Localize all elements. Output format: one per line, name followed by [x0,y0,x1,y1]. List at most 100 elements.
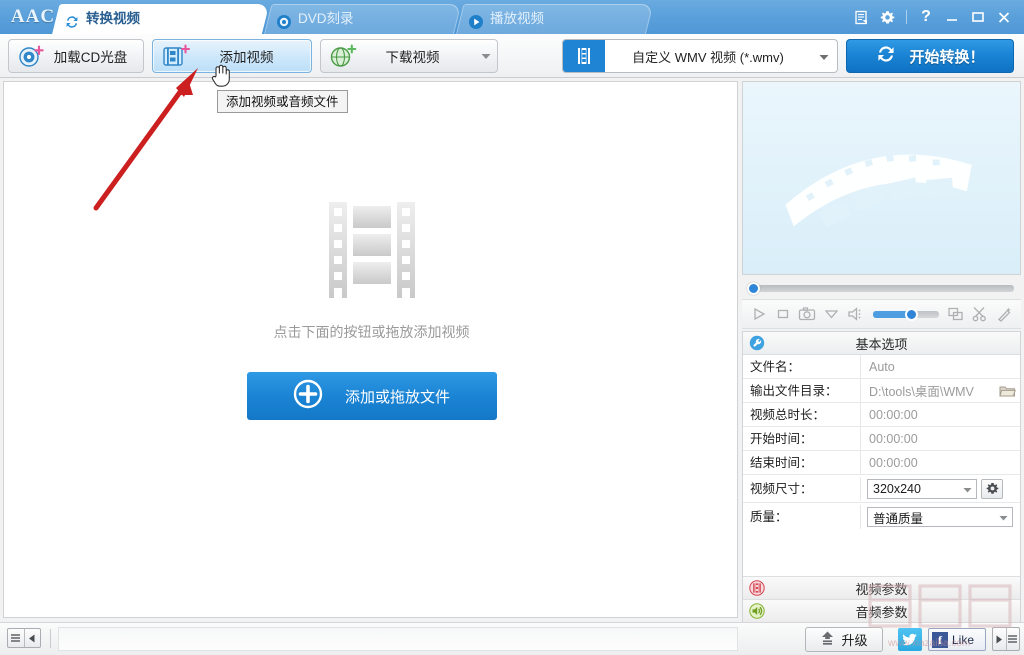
chevron-down-icon[interactable] [811,49,837,64]
load-cd-label: 加载CD光盘 [53,50,128,65]
add-video-tooltip: 添加视频或音频文件 [217,90,348,113]
video-size-select[interactable]: 320x240 [867,478,977,499]
film-strip-placeholder-icon [328,202,415,298]
option-row-output-folder: 输出文件目录： D:\tools\桌面\WMV [743,378,1020,403]
play-button[interactable] [748,303,769,325]
title-bar: AAC 转换视频 DVD刻录 播放视频 ? [0,0,1024,34]
tab-label: 转换视频 [86,11,140,26]
download-video-button[interactable]: 下载视频 [320,39,498,73]
option-row-start-time: 开始时间： 00:00:00 [743,426,1020,451]
volume-slider[interactable] [872,307,939,321]
snapshot-dropdown-icon[interactable] [821,303,842,325]
option-label: 开始时间： [743,426,861,451]
upgrade-label: 升级 [841,633,868,648]
video-size-value: 320x240 [873,481,921,496]
disc-icon [276,11,292,29]
list-lines-icon[interactable] [1007,628,1020,650]
upgrade-button[interactable]: 升级 [805,627,883,652]
close-icon[interactable] [992,6,1016,28]
playlist-toggle-button[interactable] [992,627,1020,651]
add-video-button[interactable]: 添加视频 [152,39,312,73]
download-video-label: 下载视频 [385,50,440,65]
add-video-label: 添加视频 [219,50,274,65]
start-time-value[interactable]: 00:00:00 [861,432,1020,446]
option-label: 质量： [743,505,861,529]
video-params-icon [743,580,771,596]
add-or-drop-files-button[interactable]: 添加或拖放文件 [246,372,497,420]
option-label: 输出文件目录： [743,378,861,403]
cut-scissors-button[interactable] [969,303,990,325]
tab-dvd-burn[interactable]: DVD刻录 [264,4,462,34]
tab-convert-video[interactable]: 转换视频 [52,4,270,34]
video-preview[interactable] [742,81,1021,275]
list-lines-icon[interactable] [8,629,25,647]
drop-zone[interactable]: 点击下面的按钮或拖放添加视频 添加或拖放文件 [4,202,739,420]
video-params-section[interactable]: 视频参数 [743,576,1020,599]
panel-spacer [743,531,1020,576]
seek-handle[interactable] [747,282,760,295]
globe-plus-icon [326,43,360,69]
quality-value: 普通质量 [873,511,924,526]
volume-icon[interactable] [846,303,867,325]
effects-wand-button[interactable] [994,303,1015,325]
option-label: 视频总时长： [743,402,861,427]
volume-handle[interactable] [904,307,918,321]
quality-select[interactable]: 普通质量 [867,507,1013,527]
minimize-icon[interactable] [940,6,964,28]
facebook-icon: f [932,631,948,648]
start-convert-button[interactable]: 开始转换！ [846,39,1014,73]
list-view-toggle[interactable] [7,628,41,648]
wrench-icon [743,335,771,351]
stop-button[interactable] [772,303,793,325]
load-cd-button[interactable]: 加载CD光盘 [8,39,144,73]
play-icon [468,11,484,29]
basic-options-title: 基本选项 [855,336,908,352]
twitter-share-button[interactable] [898,628,922,651]
drop-zone-hint: 点击下面的按钮或拖放添加视频 [273,324,470,340]
option-label: 视频尺寸： [743,476,861,501]
tab-label: 播放视频 [490,11,544,26]
end-time-value[interactable]: 00:00:00 [861,456,1020,470]
tab-shape [456,4,654,34]
seek-bar[interactable] [742,279,1021,297]
app-logo: AAC [10,6,56,27]
basic-options-panel: 基本选项 文件名： Auto 输出文件目录： D:\tools\桌面\WMV 视… [742,331,1021,623]
status-message-field [58,627,738,651]
output-format-select[interactable]: 自定义 WMV 视频 (*.wmv) [562,39,838,73]
play-triangle-icon[interactable] [993,628,1007,650]
audio-params-section[interactable]: 音频参数 [743,599,1020,622]
start-convert-label: 开始转换！ [909,48,985,66]
plus-circle-icon [293,379,323,413]
gear-icon[interactable] [875,6,899,28]
snapshot-button[interactable] [797,303,818,325]
right-panel: 基本选项 文件名： Auto 输出文件目录： D:\tools\桌面\WMV 视… [742,81,1021,623]
help-icon[interactable]: ? [914,6,938,28]
option-row-total-duration: 视频总时长： 00:00:00 [743,402,1020,427]
merge-button[interactable] [945,303,966,325]
film-watermark-icon [785,154,972,228]
seek-track[interactable] [756,285,1014,292]
tab-play-video[interactable]: 播放视频 [456,4,654,34]
output-folder-value[interactable]: D:\tools\桌面\WMV [861,381,994,400]
upgrade-arrow-icon [820,630,835,649]
video-params-label: 视频参数 [855,581,908,597]
video-size-settings-button[interactable] [981,478,1003,499]
chevron-down-icon [958,482,976,496]
divider [50,629,51,648]
window-controls: ? [849,6,1016,28]
option-row-end-time: 结束时间： 00:00:00 [743,450,1020,475]
total-duration-value: 00:00:00 [869,407,918,422]
chevron-down-icon[interactable] [475,40,497,72]
log-icon[interactable] [849,6,873,28]
collapse-left-icon[interactable] [25,629,41,647]
file-list-area[interactable]: 点击下面的按钮或拖放添加视频 添加或拖放文件 [3,81,738,618]
twitter-bird-icon [902,633,917,645]
maximize-icon[interactable] [966,6,990,28]
chevron-down-icon [994,510,1012,524]
facebook-like-button[interactable]: f Like [928,628,986,651]
tab-shape [264,4,462,34]
browse-folder-icon[interactable] [994,384,1020,398]
audio-params-icon [743,603,771,619]
tab-label: DVD刻录 [298,11,354,26]
filename-value[interactable]: Auto [861,360,1020,374]
